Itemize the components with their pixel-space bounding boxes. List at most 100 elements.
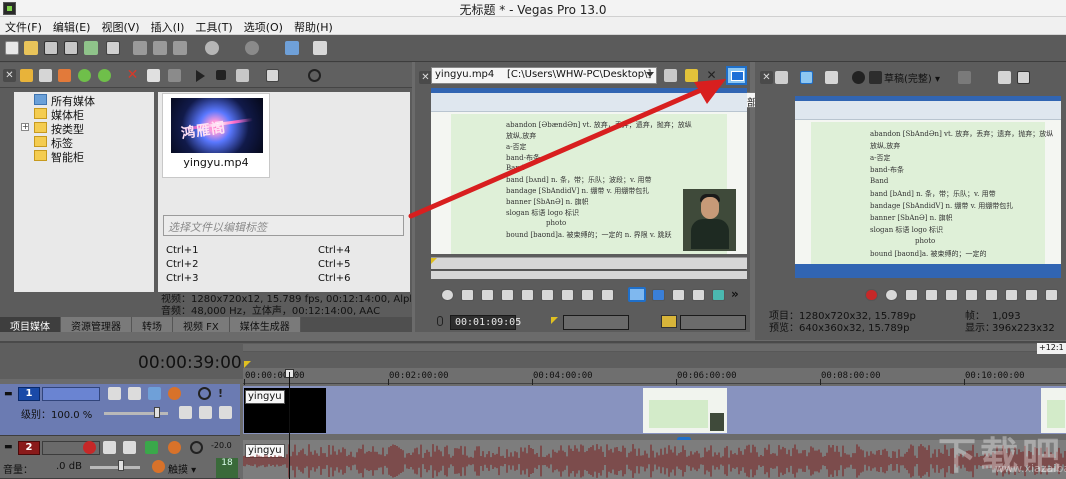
tab-project-media[interactable]: 项目媒体 — [0, 317, 61, 333]
composite-mode-icon[interactable] — [179, 406, 192, 419]
length-field[interactable] — [680, 315, 746, 330]
new-icon[interactable] — [5, 41, 19, 55]
save-icon[interactable] — [44, 41, 58, 55]
arm-record-icon[interactable] — [83, 441, 96, 454]
play-from-start-icon[interactable] — [905, 289, 918, 301]
mute-icon[interactable] — [198, 387, 211, 400]
delete-icon[interactable]: ✕ — [126, 68, 139, 82]
loop-playback-icon[interactable] — [885, 289, 898, 301]
gear-icon[interactable] — [168, 387, 181, 400]
menu-file[interactable]: 文件(F) — [0, 17, 48, 34]
external-monitor-trimmer-button[interactable] — [726, 66, 747, 85]
auto-preview-icon[interactable] — [236, 69, 249, 82]
stop-icon[interactable] — [521, 289, 534, 301]
overlays-icon[interactable] — [958, 71, 971, 84]
menu-insert[interactable]: 插入(I) — [146, 17, 191, 34]
tab-video-fx[interactable]: 视频 FX — [173, 317, 230, 333]
tree-tags[interactable]: 标签 — [34, 135, 73, 150]
stop-icon[interactable] — [216, 70, 226, 80]
split-screen-icon[interactable] — [852, 71, 865, 84]
whats-this-icon[interactable] — [313, 41, 327, 55]
track-motion-icon[interactable] — [108, 387, 121, 400]
tree-by-type[interactable]: 按类型 — [34, 121, 84, 136]
select-tool-icon[interactable] — [285, 41, 299, 55]
preview-properties-icon[interactable] — [775, 71, 788, 84]
track-fx-icon[interactable] — [128, 387, 141, 400]
overwrite-icon[interactable] — [672, 289, 685, 301]
gear-icon[interactable] — [168, 441, 181, 454]
expand-track-icon[interactable] — [148, 387, 161, 400]
tag-input[interactable]: 选择文件以编辑标签 — [163, 215, 404, 236]
play-from-start-icon[interactable] — [461, 289, 474, 301]
views-icon[interactable] — [266, 69, 279, 82]
menu-help[interactable]: 帮助(H) — [289, 17, 339, 34]
web-icon[interactable] — [78, 69, 91, 82]
trim-mode-icon[interactable] — [712, 289, 725, 301]
automation-mode-dropdown[interactable]: 触摸 ▾ — [168, 461, 196, 476]
playhead-cursor[interactable] — [289, 372, 290, 479]
close-preview-icon[interactable]: ✕ — [760, 71, 773, 84]
add-to-timeline-icon[interactable] — [628, 287, 646, 302]
trimmer-fx-icon[interactable] — [685, 69, 698, 82]
record-icon[interactable] — [865, 289, 878, 301]
loop-icon[interactable] — [441, 289, 454, 301]
mute-icon[interactable] — [190, 441, 203, 454]
tree-media-bins[interactable]: 媒体柜 — [34, 107, 84, 122]
preview-quality-dropdown[interactable]: 草稿(完整) ▾ — [884, 70, 940, 85]
menu-options[interactable]: 选项(O) — [239, 17, 289, 34]
previous-frame-icon[interactable] — [581, 289, 594, 301]
save-snapshot-icon[interactable] — [1017, 71, 1030, 84]
track-fx-icon[interactable] — [103, 441, 116, 454]
go-to-end-icon[interactable] — [561, 289, 574, 301]
tab-media-generators[interactable]: 媒体生成器 — [229, 317, 301, 333]
trimmer-file-dropdown[interactable]: yingyu.mp4 [C:\Users\WHW-PC\Desktop\] — [431, 67, 657, 84]
collapse-icon[interactable]: ▬ — [4, 442, 13, 452]
copy-icon[interactable] — [153, 41, 167, 55]
go-to-end-icon[interactable] — [1005, 289, 1018, 301]
expand-toggle-icon[interactable]: + — [21, 123, 29, 131]
next-frame-icon[interactable] — [601, 289, 614, 301]
menu-edit[interactable]: 编辑(E) — [48, 17, 97, 34]
solo-icon[interactable]: ! — [218, 387, 231, 400]
play-icon[interactable] — [196, 70, 205, 82]
expand-track-icon[interactable] — [123, 441, 136, 454]
next-frame-icon[interactable] — [1045, 289, 1058, 301]
level-slider-knob[interactable] — [154, 407, 160, 418]
video-track-name[interactable] — [42, 387, 100, 401]
tab-explorer[interactable]: 资源管理器 — [61, 317, 132, 333]
in-point-field[interactable] — [563, 315, 629, 330]
properties-icon[interactable] — [106, 41, 120, 55]
loop-region-bar[interactable] — [243, 344, 1066, 352]
trimmer-timeline[interactable] — [431, 257, 747, 279]
pause-icon[interactable] — [945, 289, 958, 301]
volume-slider[interactable] — [90, 466, 140, 469]
make-compositing-parent-icon[interactable] — [219, 406, 232, 419]
make-compositing-child-icon[interactable] — [199, 406, 212, 419]
open-icon[interactable] — [24, 41, 38, 55]
previous-frame-icon[interactable] — [1025, 289, 1038, 301]
menu-view[interactable]: 视图(V) — [96, 17, 145, 34]
paste-icon[interactable] — [173, 41, 187, 55]
go-to-start-icon[interactable] — [541, 289, 554, 301]
more-icon[interactable]: » — [731, 287, 739, 301]
play-icon[interactable] — [925, 289, 938, 301]
collapse-icon[interactable]: ▬ — [4, 389, 13, 399]
undo-icon[interactable] — [205, 41, 219, 55]
copy-snapshot-icon[interactable] — [998, 71, 1011, 84]
go-to-start-icon[interactable] — [985, 289, 998, 301]
cut-icon[interactable] — [133, 41, 147, 55]
trimmer-timecode[interactable]: 00:01:09:05 — [450, 315, 521, 330]
media-fx-icon[interactable] — [147, 69, 160, 82]
insert-icon[interactable] — [652, 289, 665, 301]
menu-tools[interactable]: 工具(T) — [190, 17, 238, 34]
replace-icon[interactable] — [98, 69, 111, 82]
import-media-icon[interactable] — [20, 69, 33, 82]
search-icon[interactable] — [308, 69, 321, 82]
automation-icon[interactable] — [145, 441, 158, 454]
clear-trimmer-icon[interactable]: ✕ — [705, 69, 718, 82]
fit-icon[interactable] — [692, 289, 705, 301]
time-ruler[interactable] — [243, 368, 1066, 384]
stop-icon[interactable] — [965, 289, 978, 301]
close-panel-icon[interactable]: ✕ — [3, 69, 16, 82]
fx-icon[interactable] — [825, 71, 838, 84]
